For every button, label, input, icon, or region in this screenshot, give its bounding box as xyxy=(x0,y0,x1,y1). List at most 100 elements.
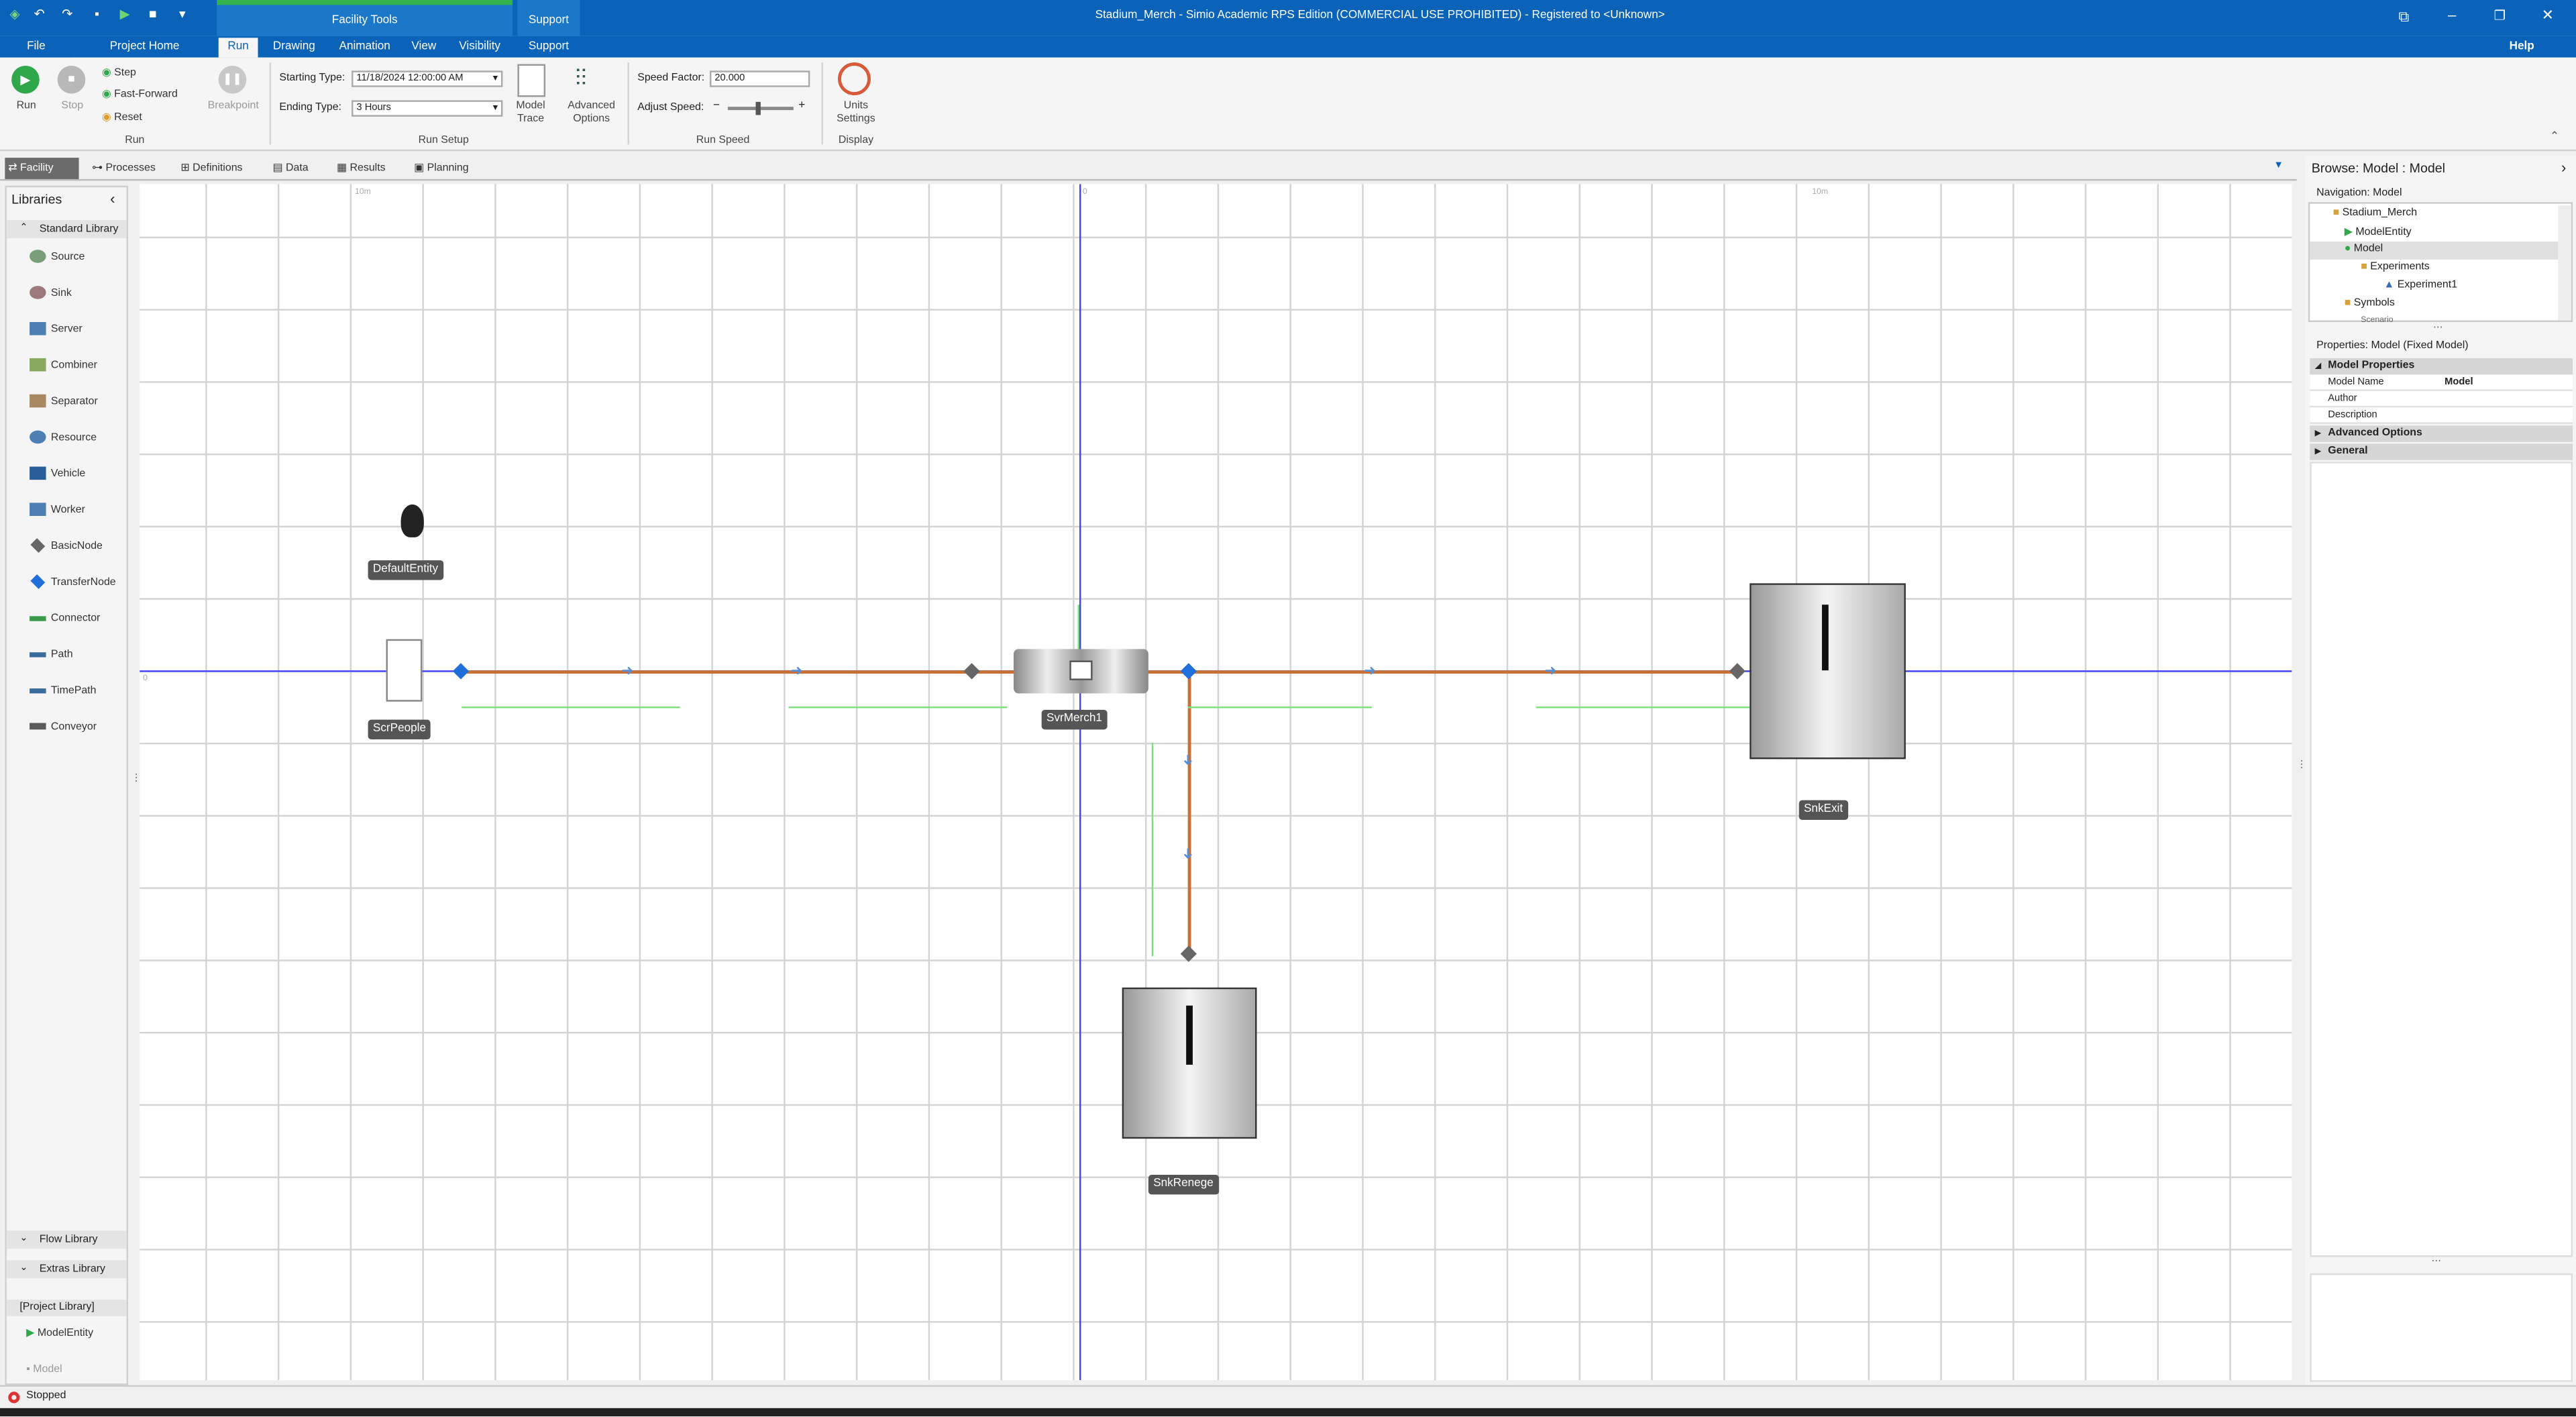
chevron-down-icon[interactable]: ⌄ xyxy=(19,1230,28,1249)
tree-item-model[interactable]: ● Model xyxy=(2345,243,2383,254)
help-button[interactable]: Help xyxy=(2497,38,2546,57)
tree-item-experiment1[interactable]: ▲ Experiment1 xyxy=(2383,279,2457,291)
tree-item-stadium-merch[interactable]: ■ Stadium_Merch xyxy=(2333,207,2418,219)
tab-support[interactable]: Support xyxy=(523,38,575,57)
tab-data[interactable]: ▤ Data xyxy=(270,158,322,179)
run-icon[interactable]: ▶ xyxy=(11,65,40,94)
model-properties-header[interactable]: Model Properties xyxy=(2310,358,2573,375)
tab-view[interactable]: View xyxy=(407,38,440,57)
tab-planning[interactable]: ▣ Planning xyxy=(411,158,480,179)
facility-canvas[interactable]: 10m 0 10m 0 ➜ ➜ ➜ ➜ ➜ ➜ DefaultEntity Sc… xyxy=(140,184,2292,1381)
sink-exit-label[interactable]: SnkExit xyxy=(1799,800,1848,821)
ending-type-field[interactable]: 3 Hours ▼ xyxy=(352,100,503,117)
fast-forward-button[interactable]: ◉ Fast-Forward xyxy=(102,85,178,103)
reset-button[interactable]: ◉ Reset xyxy=(102,109,142,127)
sink-renege-input-node[interactable] xyxy=(1180,945,1197,962)
tree-item-modelentity[interactable]: ▶ ModelEntity xyxy=(2345,225,2412,238)
property-row[interactable]: Model Name Model xyxy=(2310,374,2573,391)
library-item-resource[interactable]: Resource xyxy=(30,429,128,448)
close-icon[interactable]: ✕ xyxy=(2542,7,2554,25)
save-icon[interactable]: ▪ xyxy=(89,7,105,23)
advanced-options-label[interactable]: Advanced Options xyxy=(559,100,625,126)
splitter-handle[interactable]: ⋯ xyxy=(2432,1255,2442,1267)
server-input-node[interactable] xyxy=(963,663,980,680)
breakpoint-icon[interactable]: ❚❚ xyxy=(218,65,247,94)
collapse-ribbon-icon[interactable]: ⌃ xyxy=(2550,129,2559,143)
tabs-dropdown-icon[interactable]: ▼ xyxy=(2273,161,2284,171)
path-renege[interactable] xyxy=(1187,670,1191,953)
library-item-source[interactable]: Source xyxy=(30,248,128,268)
library-item-transfernode[interactable]: TransferNode xyxy=(30,574,128,593)
chevron-down-icon[interactable]: ▼ xyxy=(491,102,499,115)
property-row[interactable]: Author xyxy=(2310,390,2573,408)
units-settings-icon[interactable] xyxy=(837,62,871,96)
library-item-connector[interactable]: Connector xyxy=(30,610,128,629)
maximize-icon[interactable]: ❐ xyxy=(2494,8,2506,23)
chevron-up-icon[interactable]: ⌃ xyxy=(19,220,28,238)
source-label[interactable]: ScrPeople xyxy=(368,719,431,740)
model-trace-label[interactable]: Model Trace xyxy=(508,100,554,126)
library-item-timepath[interactable]: TimePath xyxy=(30,682,128,701)
splitter-handle[interactable]: ⋯ xyxy=(2433,322,2443,333)
speed-slider-thumb[interactable] xyxy=(755,101,761,115)
source-object[interactable] xyxy=(386,639,423,702)
source-output-node[interactable] xyxy=(452,663,470,680)
units-settings-label[interactable]: Units Settings xyxy=(826,100,885,126)
redo-icon[interactable]: ↷ xyxy=(59,7,75,23)
property-value[interactable]: Model xyxy=(2445,374,2473,390)
stop-icon[interactable]: ■ xyxy=(57,65,86,94)
project-item-model[interactable]: ▪ Model xyxy=(26,1361,125,1380)
property-row[interactable]: Description xyxy=(2310,407,2573,424)
library-item-path[interactable]: Path xyxy=(30,645,128,665)
advanced-options-header[interactable]: Advanced Options xyxy=(2310,425,2573,442)
step-button[interactable]: ◉ Step xyxy=(102,64,136,83)
run-button-label[interactable]: Run xyxy=(7,100,46,111)
library-item-sink[interactable]: Sink xyxy=(30,284,128,304)
chevron-down-icon[interactable]: ⌄ xyxy=(19,1260,28,1278)
tree-item-experiments[interactable]: ■ Experiments xyxy=(2361,261,2430,272)
expand-triangle-icon[interactable]: ▶ xyxy=(2315,443,2321,460)
speed-minus[interactable]: − xyxy=(713,100,720,111)
expand-triangle-icon[interactable]: ▶ xyxy=(2315,425,2321,441)
stop-button-label[interactable]: Stop xyxy=(52,100,92,111)
library-item-worker[interactable]: Worker xyxy=(30,501,128,521)
sink-renege-label[interactable]: SnkRenege xyxy=(1148,1175,1219,1195)
stop-quick-icon[interactable]: ■ xyxy=(145,7,161,23)
customize-qat-icon[interactable]: ▾ xyxy=(174,7,191,23)
starting-type-field[interactable]: 11/18/2024 12:00:00 AM ▼ xyxy=(352,70,503,87)
tab-definitions[interactable]: ⊞ Definitions xyxy=(177,158,266,179)
chevron-down-icon[interactable]: ▼ xyxy=(491,72,499,86)
library-item-separator[interactable]: Separator xyxy=(30,392,128,412)
tab-processes[interactable]: ⊶ Processes xyxy=(89,158,170,179)
library-item-combiner[interactable]: Combiner xyxy=(30,356,128,376)
run-quick-icon[interactable]: ▶ xyxy=(117,7,133,23)
person-entity-icon[interactable] xyxy=(400,504,424,537)
undo-icon[interactable]: ↶ xyxy=(32,7,48,23)
sink-exit-input-node[interactable] xyxy=(1729,663,1746,680)
library-item-basicnode[interactable]: BasicNode xyxy=(30,537,128,557)
library-item-vehicle[interactable]: Vehicle xyxy=(30,465,128,484)
tree-scrollbar[interactable] xyxy=(2558,205,2571,321)
tab-visibility[interactable]: Visibility xyxy=(450,38,509,57)
collapse-panel-icon[interactable]: ‹ xyxy=(110,191,115,207)
minimize-icon[interactable]: – xyxy=(2448,7,2456,23)
default-entity-label[interactable]: DefaultEntity xyxy=(368,560,443,580)
tab-facility[interactable]: ⇄ Facility xyxy=(5,158,79,179)
tab-results[interactable]: ▦ Results xyxy=(333,158,402,179)
server-label[interactable]: SvrMerch1 xyxy=(1041,709,1108,730)
speed-factor-field[interactable]: 20.000 xyxy=(709,70,810,87)
tab-animation[interactable]: Animation xyxy=(332,38,398,57)
advanced-options-icon[interactable]: ⫶⫶ xyxy=(575,64,586,93)
tab-file[interactable]: File xyxy=(0,38,72,58)
collapse-panel-icon[interactable]: › xyxy=(2561,160,2566,176)
library-item-server[interactable]: Server xyxy=(30,321,128,340)
collapse-triangle-icon[interactable]: ◢ xyxy=(2315,358,2321,374)
tree-item-scenario[interactable]: Scenario xyxy=(2361,315,2393,323)
tab-project-home[interactable]: Project Home xyxy=(102,38,187,57)
server-output-node[interactable] xyxy=(1180,663,1197,680)
library-item-conveyor[interactable]: Conveyor xyxy=(30,718,128,737)
general-header[interactable]: General xyxy=(2310,443,2573,460)
restore-ribbon-icon[interactable]: ⧉ xyxy=(2399,8,2410,26)
tab-drawing[interactable]: Drawing xyxy=(266,38,322,57)
tab-run[interactable]: Run xyxy=(218,38,258,58)
